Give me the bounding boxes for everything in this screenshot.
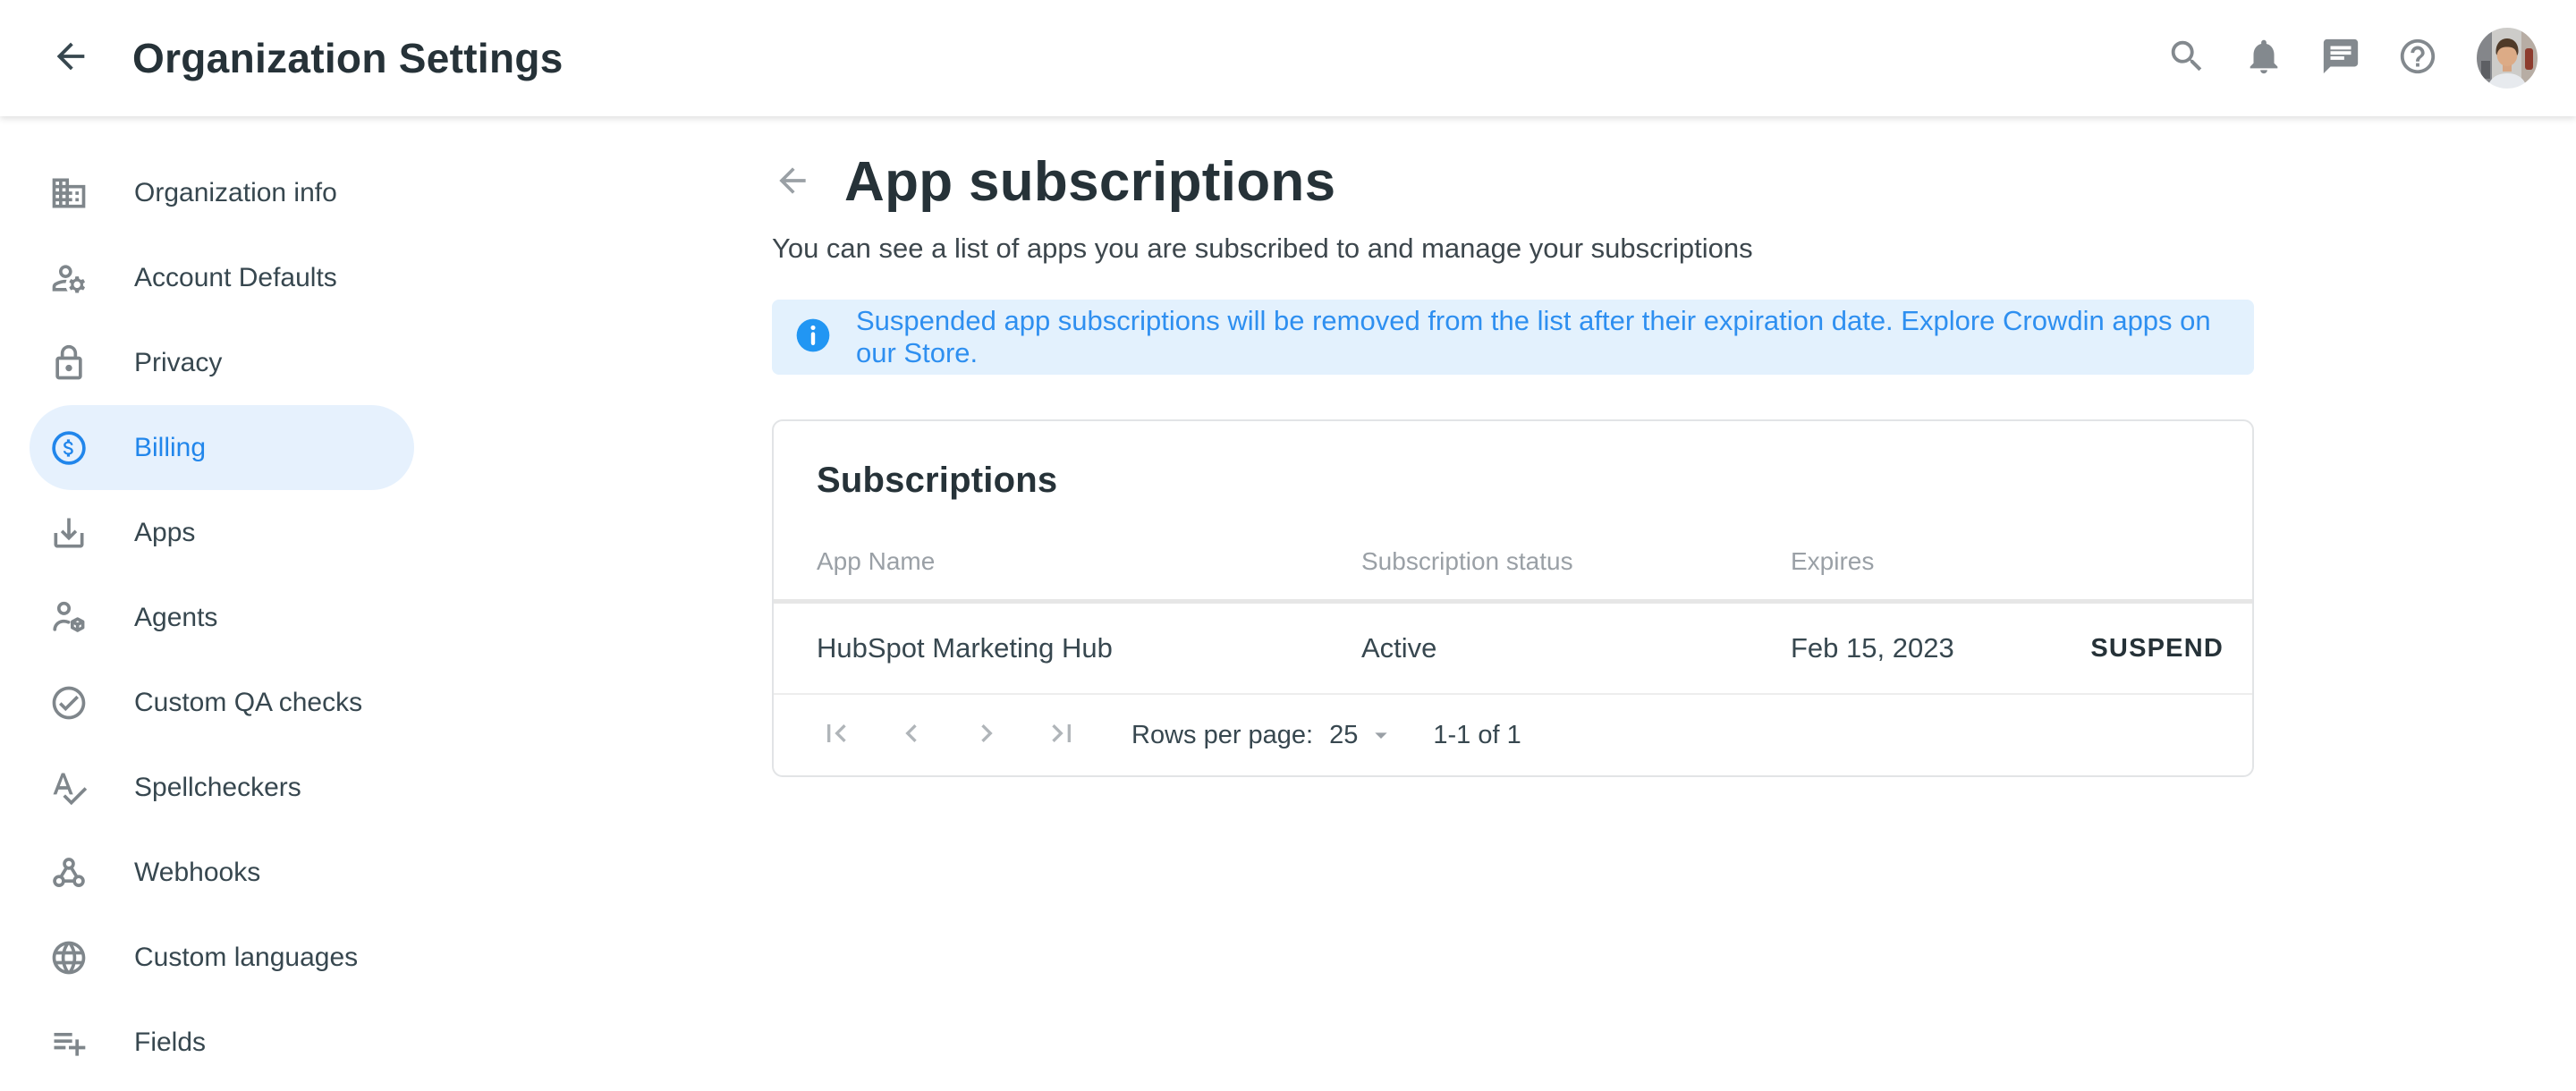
pagination-bar: Rows per page: 25 1-1 of 1 (774, 695, 2252, 775)
sidebar-item-label: Custom QA checks (134, 688, 362, 718)
cell-subscription-status: Active (1361, 632, 1791, 664)
info-icon (793, 316, 833, 359)
page-title: Organization Settings (132, 34, 564, 82)
section-title: App subscriptions (844, 152, 1335, 213)
messages-button[interactable] (2320, 38, 2361, 79)
sidebar-item-organization-info[interactable]: Organization info (30, 150, 414, 235)
sidebar-item-label: Billing (134, 433, 206, 463)
previous-page-button[interactable] (892, 715, 931, 755)
dollar-circle-icon (49, 428, 89, 468)
subpage-back-button[interactable] (772, 162, 813, 203)
column-header-expires: Expires (1791, 547, 2231, 576)
column-header-subscription-status: Subscription status (1361, 547, 1791, 576)
sidebar-item-privacy[interactable]: Privacy (30, 320, 414, 405)
rows-per-page-value: 25 (1329, 721, 1358, 750)
notifications-button[interactable] (2243, 38, 2284, 79)
sidebar-item-billing[interactable]: Billing (30, 405, 414, 490)
first-page-button[interactable] (817, 715, 856, 755)
next-page-button[interactable] (967, 715, 1006, 755)
first-page-icon (818, 715, 854, 756)
pagination-controls (817, 715, 1081, 755)
person-gear-icon (49, 258, 89, 298)
cell-expires: Feb 15, 2023 (1791, 632, 2083, 664)
topbar: Organization Settings (0, 0, 2576, 116)
sidebar-item-label: Custom languages (134, 943, 358, 973)
table-header-row: App Name Subscription status Expires (774, 547, 2252, 599)
sidebar-item-label: Spellcheckers (134, 773, 301, 803)
sidebar-item-label: Privacy (134, 348, 222, 378)
check-circle-icon (49, 683, 89, 723)
sidebar-item-fields[interactable]: Fields (30, 1000, 414, 1085)
sidebar-item-label: Apps (134, 518, 195, 548)
chevron-right-icon (969, 715, 1004, 756)
building-icon (49, 173, 89, 213)
help-button[interactable] (2397, 38, 2438, 79)
webhook-icon (49, 853, 89, 892)
user-avatar[interactable] (2474, 25, 2540, 91)
lock-icon (49, 343, 89, 383)
section-subtitle: You can see a list of apps you are subsc… (772, 233, 2254, 265)
sidebar-item-custom-languages[interactable]: Custom languages (30, 915, 414, 1000)
settings-sidebar: Organization info Account Defaults Priva… (0, 116, 465, 1085)
sidebar-item-account-defaults[interactable]: Account Defaults (30, 235, 414, 320)
arrow-left-icon (773, 161, 812, 205)
chat-icon (2320, 36, 2361, 81)
person-cube-icon (49, 598, 89, 638)
last-page-button[interactable] (1042, 715, 1081, 755)
sidebar-item-label: Fields (134, 1028, 206, 1058)
main-content: App subscriptions You can see a list of … (772, 116, 2254, 777)
download-icon (49, 513, 89, 553)
sidebar-item-apps[interactable]: Apps (30, 490, 414, 575)
chevron-down-icon (1367, 721, 1395, 749)
suspend-button[interactable]: SUSPEND (2083, 629, 2231, 669)
rows-per-page-select[interactable]: 25 (1329, 721, 1395, 750)
spellcheck-icon (49, 768, 89, 808)
topbar-actions (2166, 25, 2540, 91)
subscriptions-card: Subscriptions App Name Subscription stat… (772, 419, 2254, 777)
last-page-icon (1044, 715, 1080, 756)
banner-message[interactable]: Suspended app subscriptions will be remo… (856, 305, 2233, 369)
page-heading-row: App subscriptions (772, 152, 2254, 213)
sidebar-item-spellcheckers[interactable]: Spellcheckers (30, 745, 414, 830)
chevron-left-icon (894, 715, 929, 756)
globe-icon (49, 938, 89, 977)
sidebar-item-label: Agents (134, 603, 217, 633)
card-title: Subscriptions (817, 461, 2209, 501)
sidebar-item-label: Organization info (134, 178, 337, 208)
table-row: HubSpot Marketing Hub Active Feb 15, 202… (774, 604, 2252, 695)
search-icon (2166, 36, 2207, 81)
help-icon (2397, 36, 2438, 81)
sidebar-item-label: Webhooks (134, 858, 260, 888)
column-header-app-name: App Name (817, 547, 1361, 576)
sidebar-item-webhooks[interactable]: Webhooks (30, 830, 414, 915)
sidebar-item-custom-qa-checks[interactable]: Custom QA checks (30, 660, 414, 745)
playlist-add-icon (49, 1023, 89, 1062)
rows-per-page-label: Rows per page: (1131, 721, 1313, 750)
cell-app-name: HubSpot Marketing Hub (817, 632, 1361, 664)
sidebar-item-label: Account Defaults (134, 263, 337, 293)
arrow-left-icon (50, 36, 91, 81)
bell-icon (2243, 36, 2284, 81)
search-button[interactable] (2166, 38, 2207, 79)
pagination-range: 1-1 of 1 (1433, 721, 1521, 750)
info-banner: Suspended app subscriptions will be remo… (772, 300, 2254, 375)
back-button[interactable] (50, 38, 91, 79)
sidebar-item-agents[interactable]: Agents (30, 575, 414, 660)
